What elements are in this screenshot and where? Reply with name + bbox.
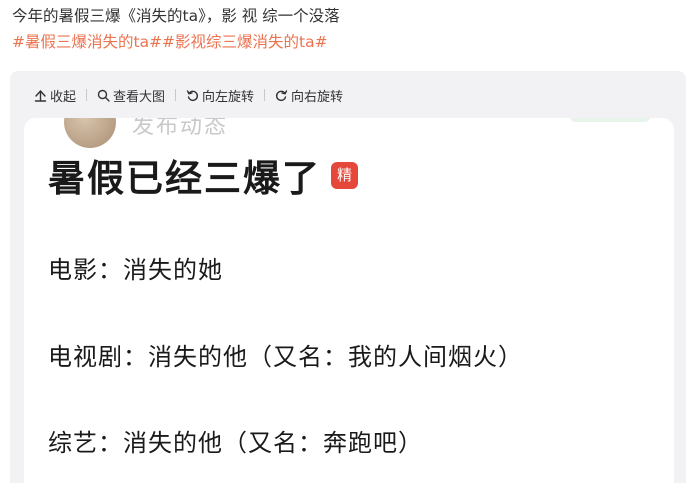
- entry-movie: 电影：消失的她: [48, 256, 223, 284]
- view-large-button[interactable]: 查看大图: [97, 86, 165, 105]
- rotate-left-label: 向左旋转: [202, 89, 255, 105]
- entry-variety: 综艺：消失的他（又名：奔跑吧）: [48, 429, 423, 457]
- toolbar-divider: [264, 89, 266, 101]
- cut-off-username: 发布动态: [132, 118, 229, 139]
- image-viewer: 收起 查看大图 向左旋转 向右旋转 发布动态 暑假已经三爆了 精 电影：消失的她…: [10, 71, 686, 483]
- rotate-right-label: 向右旋转: [291, 89, 344, 105]
- post-hashtags[interactable]: #暑假三爆消失的ta##影视综三爆消失的ta#: [12, 30, 340, 56]
- avatar: [64, 118, 116, 148]
- featured-badge: 精: [331, 161, 358, 189]
- weibo-post: 今年的暑假三爆《消失的ta》，影 视 综一个没落 #暑假三爆消失的ta##影视综…: [0, 0, 699, 483]
- post-image[interactable]: 发布动态 暑假已经三爆了 精 电影：消失的她 电视剧：消失的他（又名：我的人间烟…: [24, 118, 674, 483]
- rotate-left-icon: [186, 89, 199, 101]
- collapse-label: 收起: [50, 89, 77, 105]
- rotate-right-button[interactable]: 向右旋转: [275, 86, 343, 105]
- entry-tv: 电视剧：消失的他（又名：我的人间烟火）: [48, 343, 523, 371]
- toolbar-divider: [86, 89, 88, 101]
- rotate-right-icon: [276, 89, 288, 101]
- collapse-button[interactable]: 收起: [34, 86, 76, 105]
- image-headline: 暑假已经三爆了 精: [48, 148, 358, 202]
- image-toolbar: 收起 查看大图 向左旋转 向右旋转: [34, 85, 343, 105]
- rotate-left-button[interactable]: 向左旋转: [186, 86, 254, 105]
- view-large-label: 查看大图: [113, 89, 166, 105]
- post-body: 今年的暑假三爆《消失的ta》，影 视 综一个没落 #暑假三爆消失的ta##影视综…: [12, 4, 340, 56]
- collapse-icon: [34, 89, 47, 102]
- search-icon: [97, 89, 110, 102]
- cut-off-pill: [570, 118, 650, 122]
- post-text: 今年的暑假三爆《消失的ta》，影 视 综一个没落: [12, 7, 340, 25]
- headline-text: 暑假已经三爆了: [48, 157, 321, 200]
- toolbar-divider: [175, 89, 177, 101]
